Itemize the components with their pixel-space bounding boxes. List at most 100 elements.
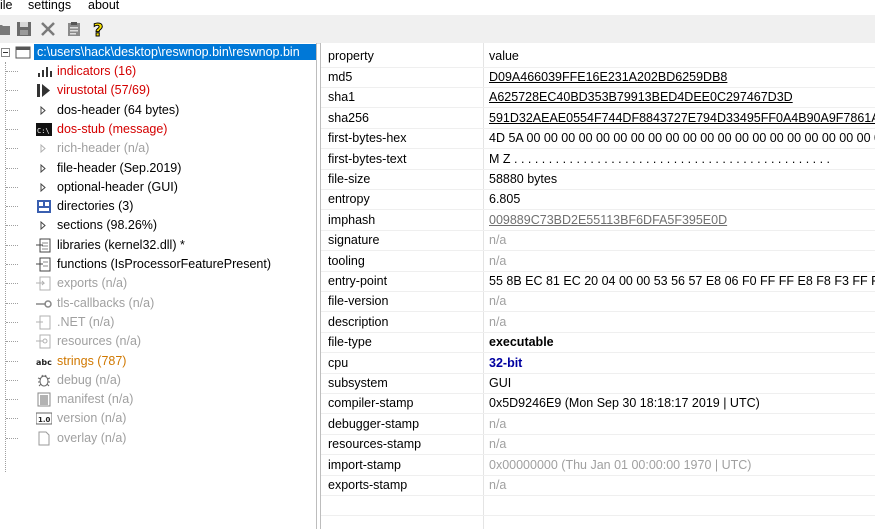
tree-item-label[interactable]: sections (98.26%) bbox=[57, 218, 157, 232]
tree-connector bbox=[6, 341, 18, 343]
value-cell[interactable]: 591D32AEAE0554F744DF8843727E794D33495FF0… bbox=[489, 111, 875, 125]
tree-item[interactable]: sections (98.26%) bbox=[0, 216, 316, 235]
value-cell: M Z . . . . . . . . . . . . . . . . . . … bbox=[489, 151, 831, 166]
tree-item-label[interactable]: dos-header (64 bytes) bbox=[57, 103, 179, 117]
tree-item-label[interactable]: file-header (Sep.2019) bbox=[57, 161, 181, 175]
table-row[interactable]: signature n/a bbox=[321, 230, 875, 252]
tree-item-label[interactable]: manifest (n/a) bbox=[57, 392, 133, 406]
table-row[interactable]: md5 D09A466039FFE16E231A202BD6259DB8 bbox=[321, 67, 875, 88]
tree-item[interactable]: rich-header (n/a) bbox=[0, 139, 316, 158]
tree-item[interactable]: tls-callbacks (n/a) bbox=[0, 294, 316, 313]
property-cell: signature bbox=[328, 233, 380, 248]
tree-item-label[interactable]: indicators (16) bbox=[57, 64, 136, 78]
tree-item[interactable]: debug (n/a) bbox=[0, 371, 316, 390]
header-value[interactable]: value bbox=[489, 49, 519, 63]
open-icon[interactable] bbox=[0, 19, 14, 39]
table-row[interactable]: file-type executable bbox=[321, 332, 875, 354]
tree-item-label[interactable]: optional-header (GUI) bbox=[57, 180, 178, 194]
table-row[interactable]: resources-stamp n/a bbox=[321, 434, 875, 456]
tree-item-label[interactable]: strings (787) bbox=[57, 354, 126, 368]
tree-connector bbox=[6, 71, 18, 72]
tree-item[interactable]: optional-header (GUI) bbox=[0, 178, 316, 197]
table-row[interactable]: tooling n/a bbox=[321, 251, 875, 272]
table-row[interactable]: first-bytes-text M Z . . . . . . . . . . … bbox=[321, 149, 875, 170]
tree-item-label[interactable]: .NET (n/a) bbox=[57, 315, 114, 329]
tree-item[interactable]: virustotal (57/69) bbox=[0, 81, 316, 100]
value-cell: 55 8B EC 81 EC 20 04 00 00 53 56 57 E8 0… bbox=[489, 274, 875, 288]
tree-item[interactable]: .NET (n/a) bbox=[0, 313, 316, 332]
tree-root-label[interactable]: c:\users\hack\desktop\reswnop.bin\reswno… bbox=[34, 44, 316, 60]
tree-item-label[interactable]: overlay (n/a) bbox=[57, 431, 126, 445]
tree-item[interactable]: directories (3) bbox=[0, 197, 316, 216]
tree-connector bbox=[6, 206, 18, 208]
tree-connector bbox=[6, 360, 18, 362]
expand-icon[interactable] bbox=[36, 103, 52, 118]
save-icon[interactable] bbox=[14, 19, 34, 39]
tree-item-label[interactable]: rich-header (n/a) bbox=[57, 141, 149, 155]
bug-icon bbox=[36, 373, 52, 388]
tree-item-label[interactable]: libraries (kernel32.dll) * bbox=[57, 238, 185, 252]
expand-icon[interactable] bbox=[36, 161, 52, 176]
table-row[interactable]: sha256 591D32AEAE0554F744DF8843727E794D33… bbox=[321, 108, 875, 129]
tree-item[interactable]: functions (IsProcessorFeaturePresent) bbox=[0, 255, 316, 274]
header-property[interactable]: property bbox=[328, 49, 374, 63]
tree-item-label[interactable]: functions (IsProcessorFeaturePresent) bbox=[57, 257, 271, 271]
clipboard-icon[interactable] bbox=[64, 19, 84, 39]
value-cell[interactable]: A625728EC40BD353B79913BED4DEE0C297467D3D bbox=[489, 90, 793, 104]
tree-item[interactable]: overlay (n/a) bbox=[0, 429, 316, 448]
table-row[interactable]: cpu 32-bit bbox=[321, 353, 875, 374]
menu-file[interactable]: ile bbox=[0, 0, 13, 12]
table-row[interactable]: file-version n/a bbox=[321, 291, 875, 313]
table-row[interactable]: debugger-stamp n/a bbox=[321, 414, 875, 435]
help-icon[interactable]: ? bbox=[89, 19, 109, 39]
property-cell: compiler-stamp bbox=[328, 396, 414, 411]
tree-item[interactable]: dos-header (64 bytes) bbox=[0, 101, 316, 120]
tree-item[interactable]: 1.0 version (n/a) bbox=[0, 409, 316, 428]
table-row[interactable]: subsystem GUI bbox=[321, 373, 875, 394]
svg-text:C:\: C:\ bbox=[37, 127, 50, 135]
value-cell: n/a bbox=[489, 253, 507, 268]
tree-item[interactable]: abc strings (787) bbox=[0, 352, 316, 371]
tree-item[interactable]: file-header (Sep.2019) bbox=[0, 159, 316, 178]
expand-icon[interactable] bbox=[36, 180, 52, 195]
value-cell[interactable]: 009889C73BD2E55113BF6DFA5F395E0D bbox=[489, 213, 727, 227]
table-row[interactable]: file-size 58880 bytes bbox=[321, 169, 875, 190]
table-row[interactable]: description n/a bbox=[321, 312, 875, 333]
tree-item-label[interactable]: resources (n/a) bbox=[57, 334, 141, 348]
table-row[interactable]: sha1 A625728EC40BD353B79913BED4DEE0C29746… bbox=[321, 87, 875, 109]
tree-item-label[interactable]: directories (3) bbox=[57, 199, 133, 213]
expand-icon[interactable] bbox=[36, 218, 52, 233]
tree-item[interactable]: indicators (16) bbox=[0, 62, 316, 81]
net-icon bbox=[36, 315, 52, 330]
tree-item[interactable]: C:\ dos-stub (message) bbox=[0, 120, 316, 139]
tree-item-label[interactable]: debug (n/a) bbox=[57, 373, 121, 387]
bars-icon bbox=[36, 64, 52, 79]
tree-item[interactable]: libraries (kernel32.dll) * bbox=[0, 236, 316, 255]
tree-item-label[interactable]: dos-stub (message) bbox=[57, 122, 167, 136]
tree-item-label[interactable]: virustotal (57/69) bbox=[57, 83, 150, 97]
tree-item[interactable]: resources (n/a) bbox=[0, 332, 316, 351]
tree-item[interactable]: manifest (n/a) bbox=[0, 390, 316, 409]
table-row[interactable]: entropy 6.805 bbox=[321, 189, 875, 211]
menu-about[interactable]: about bbox=[88, 0, 119, 12]
value-cell[interactable]: D09A466039FFE16E231A202BD6259DB8 bbox=[489, 70, 727, 84]
table-row[interactable]: compiler-stamp 0x5D9246E9 (Mon Sep 30 18:… bbox=[321, 393, 875, 415]
table-row[interactable]: first-bytes-hex 4D 5A 00 00 00 00 00 00 0… bbox=[321, 128, 875, 150]
table-row[interactable]: exports-stamp n/a bbox=[321, 475, 875, 496]
table-row[interactable]: import-stamp 0x00000000 (Thu Jan 01 00:00… bbox=[321, 455, 875, 476]
tree-item-label[interactable]: version (n/a) bbox=[57, 411, 126, 425]
tree-item[interactable]: exports (n/a) bbox=[0, 274, 316, 293]
menu-settings[interactable]: settings bbox=[28, 0, 71, 12]
tree-item-label[interactable]: tls-callbacks (n/a) bbox=[57, 296, 154, 310]
collapse-icon[interactable] bbox=[1, 48, 10, 57]
table-row[interactable]: imphash 009889C73BD2E55113BF6DFA5F395E0D bbox=[321, 210, 875, 231]
table-row[interactable]: entry-point 55 8B EC 81 EC 20 04 00 00 53… bbox=[321, 271, 875, 292]
expand-icon[interactable] bbox=[36, 141, 52, 156]
svg-text:abc: abc bbox=[36, 358, 52, 367]
close-file-icon[interactable] bbox=[38, 19, 58, 39]
value-cell: 6.805 bbox=[489, 192, 521, 207]
tree-connector bbox=[6, 418, 18, 420]
tree-root[interactable]: c:\users\hack\desktop\reswnop.bin\reswno… bbox=[0, 43, 316, 62]
property-cell: sha256 bbox=[328, 110, 370, 125]
tree-item-label[interactable]: exports (n/a) bbox=[57, 276, 127, 290]
